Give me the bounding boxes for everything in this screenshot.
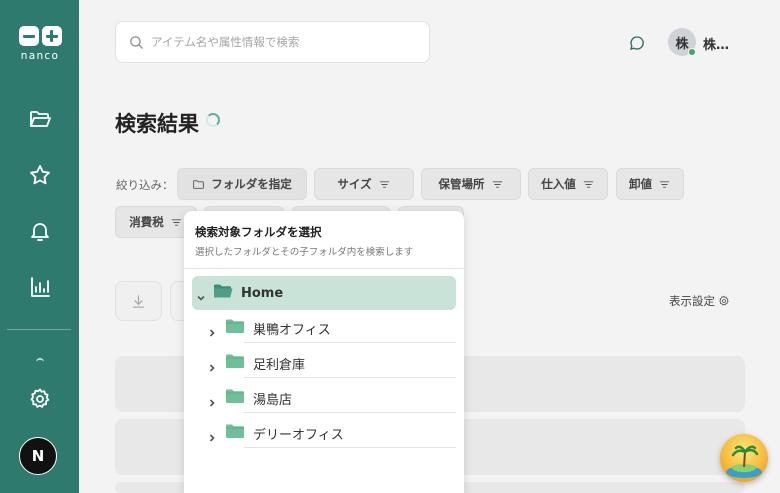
divider	[244, 447, 456, 448]
online-status-dot	[688, 48, 696, 56]
filter-chip-label: 仕入値	[541, 177, 576, 191]
chevron-right-icon[interactable]	[207, 358, 217, 372]
filter-chip-label: 卸値	[629, 177, 652, 191]
sidebar-handle	[36, 358, 44, 362]
display-settings-label: 表示設定	[669, 294, 715, 308]
folder-picker-dropdown: 検索対象フォルダを選択 選択したフォルダとその子フォルダ内を検索します Home…	[184, 211, 464, 493]
divider	[244, 412, 456, 413]
folder-icon	[225, 353, 245, 373]
logo-mark	[17, 26, 63, 46]
download-icon	[132, 294, 145, 308]
search-box[interactable]	[115, 21, 430, 63]
bar-chart-icon	[31, 277, 50, 297]
help-chat-bubble[interactable]	[720, 434, 768, 482]
divider	[244, 342, 456, 343]
folder-icon	[225, 423, 245, 443]
divider	[244, 377, 456, 378]
folder-open-icon	[30, 111, 51, 127]
folder-picker-title: 検索対象フォルダを選択	[195, 225, 322, 239]
sidebar: nanco N	[0, 0, 79, 493]
chevron-right-icon[interactable]	[207, 393, 217, 407]
folder-tree-item[interactable]: 足利倉庫	[204, 348, 456, 378]
folder-icon	[225, 318, 245, 338]
folder-label: デリーオフィス	[253, 427, 344, 443]
filter-chip-folder[interactable]: フォルダを指定	[177, 168, 307, 200]
filter-chip-storage[interactable]: 保管場所	[421, 168, 521, 200]
folder-picker-subtitle: 選択したフォルダとその子フォルダ内を検索します	[195, 247, 414, 258]
chevron-down-icon[interactable]	[196, 288, 206, 301]
folder-tree-item-home[interactable]: Home	[192, 276, 456, 310]
sidebar-item-reports[interactable]	[27, 274, 53, 300]
island-icon	[726, 445, 762, 478]
account-avatar[interactable]: N	[19, 437, 57, 475]
chevron-right-icon[interactable]	[207, 323, 217, 337]
star-icon	[30, 165, 50, 185]
logo-text: nanco	[20, 50, 60, 62]
logo-plus-icon	[41, 26, 62, 46]
folder-icon	[193, 179, 205, 189]
filter-icon	[583, 180, 594, 188]
sidebar-item-settings[interactable]	[27, 386, 53, 412]
chat-button[interactable]	[628, 34, 646, 52]
download-button[interactable]	[115, 281, 162, 321]
page-title: 検索結果	[115, 112, 199, 136]
logo[interactable]: nanco	[17, 26, 63, 62]
gear-icon	[30, 388, 50, 408]
filter-chip-size[interactable]: サイズ	[314, 168, 414, 200]
chat-icon	[630, 36, 644, 50]
filter-chip-purchase-price[interactable]: 仕入値	[528, 168, 608, 200]
search-icon	[130, 35, 143, 49]
divider	[184, 268, 464, 269]
filter-chip-label: サイズ	[337, 177, 372, 191]
filter-icon	[492, 180, 502, 188]
loading-spinner-icon	[206, 113, 220, 127]
filter-chip-label: フォルダを指定	[211, 177, 292, 191]
folder-label: Home	[241, 285, 284, 301]
filter-chip-label: 消費税	[129, 215, 164, 229]
filter-icon	[659, 180, 670, 188]
filter-icon	[171, 218, 182, 226]
sidebar-divider	[7, 329, 71, 330]
sidebar-item-favorites[interactable]	[27, 162, 53, 188]
folder-tree-item[interactable]: デリーオフィス	[204, 418, 456, 448]
chevron-right-icon[interactable]	[207, 428, 217, 442]
user-name[interactable]: 株…	[703, 34, 729, 53]
sidebar-item-notifications[interactable]	[27, 218, 53, 244]
folder-label: 足利倉庫	[253, 357, 306, 373]
logo-minus-icon	[18, 26, 39, 46]
display-settings-button[interactable]: 表示設定	[669, 293, 730, 309]
filter-icon	[379, 180, 389, 188]
search-input[interactable]	[151, 35, 411, 49]
folder-open-icon	[213, 283, 233, 303]
filter-chip-wholesale-price[interactable]: 卸値	[616, 168, 684, 200]
bell-icon	[31, 223, 49, 241]
folder-label: 巣鴨オフィス	[253, 322, 331, 338]
folder-label: 湯島店	[253, 392, 293, 408]
filter-chip-label: 保管場所	[438, 177, 485, 191]
folder-icon	[225, 388, 245, 408]
filter-label: 絞り込み：	[116, 178, 174, 192]
sidebar-item-folders[interactable]	[27, 106, 53, 132]
folder-tree-item[interactable]: 巣鴨オフィス	[204, 313, 456, 343]
folder-tree-item[interactable]: 湯島店	[204, 383, 456, 413]
gear-icon	[719, 295, 729, 306]
